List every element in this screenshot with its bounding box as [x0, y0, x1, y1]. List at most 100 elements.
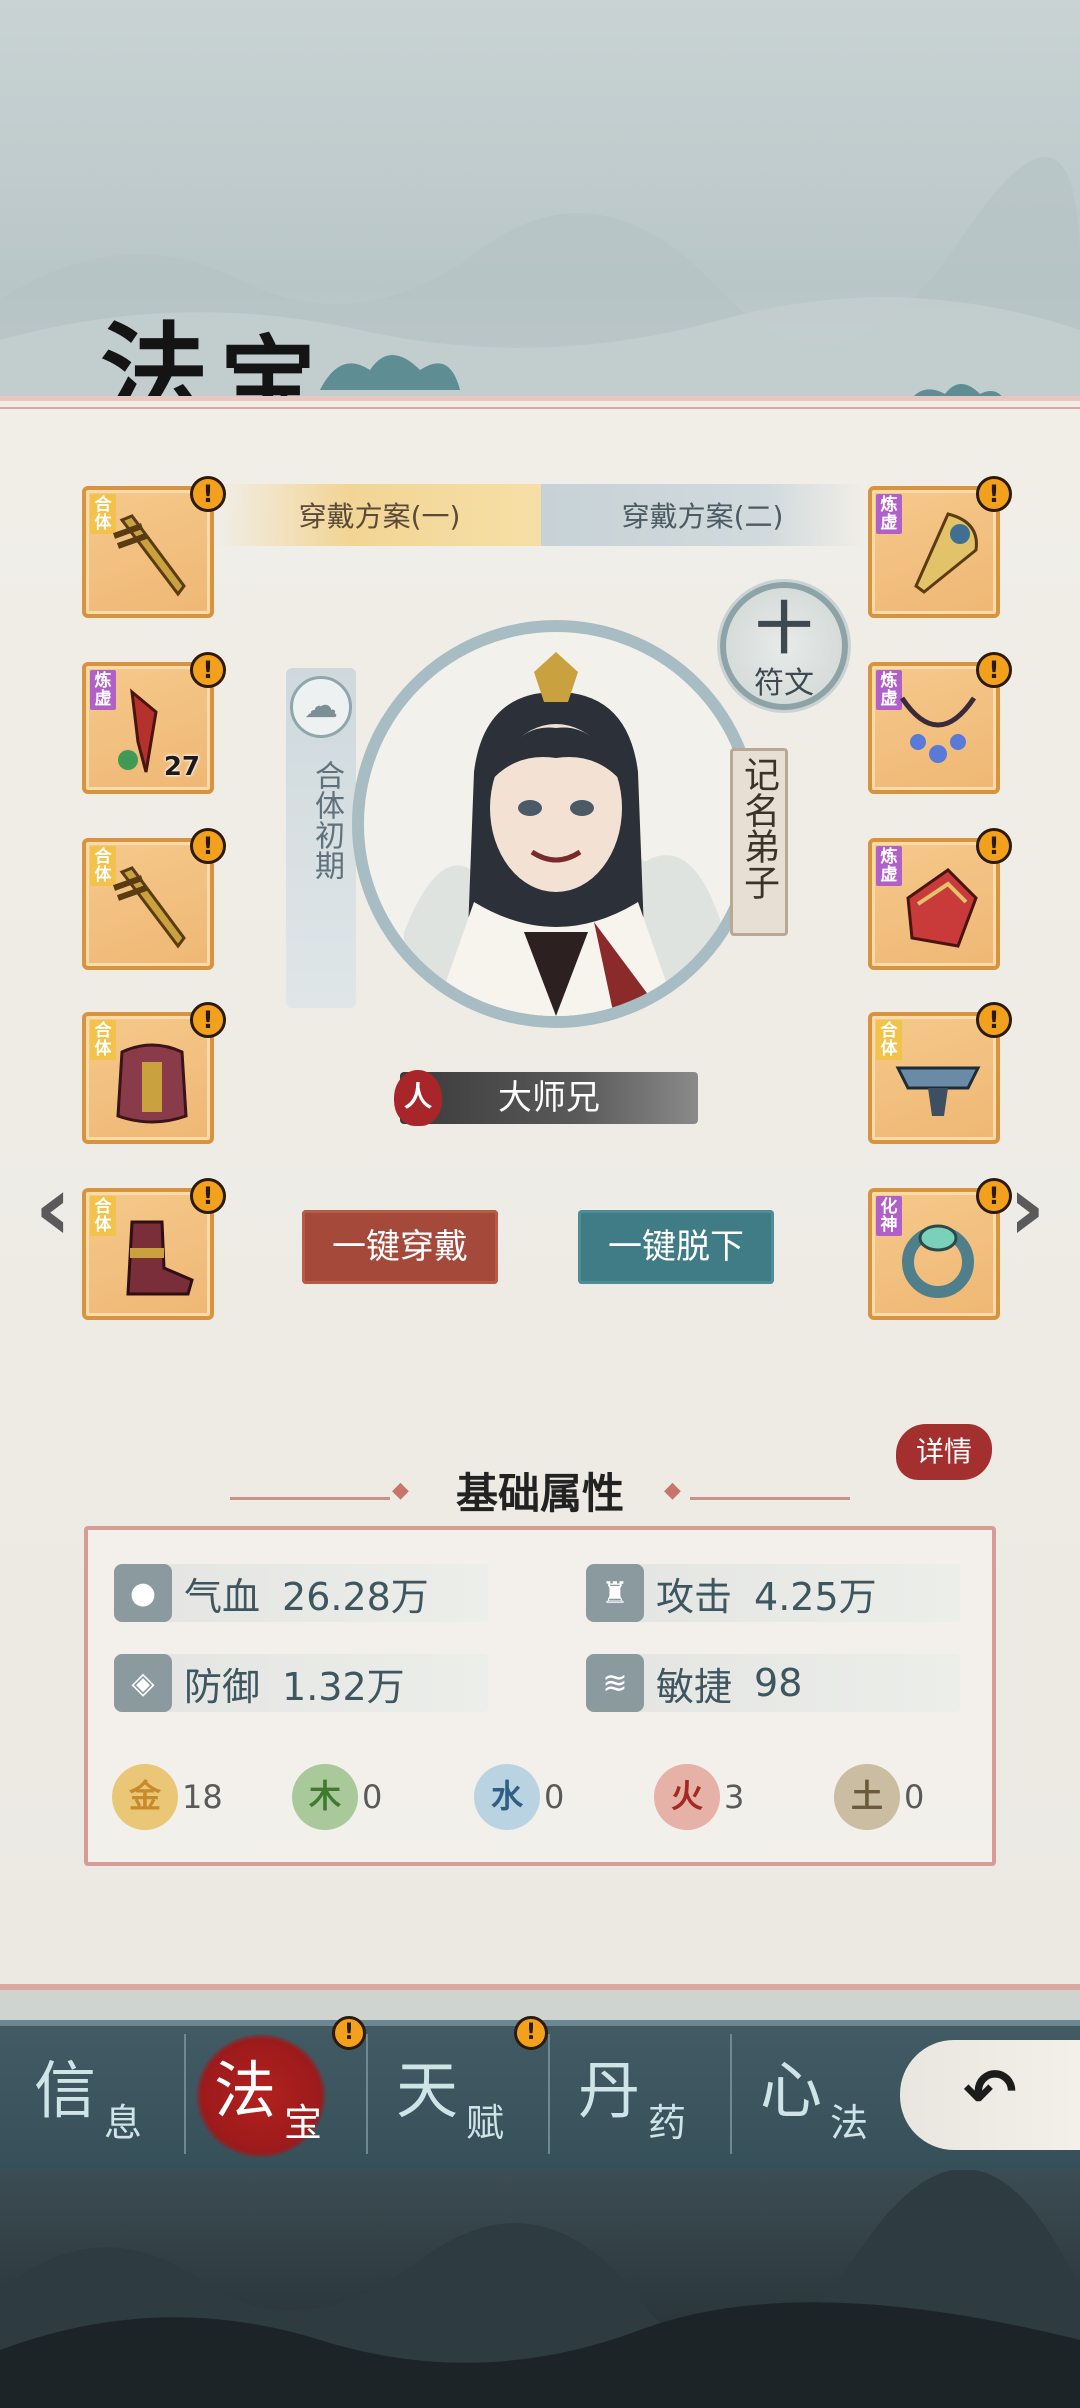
element-wood: 木 0	[292, 1764, 382, 1830]
nav-techniques[interactable]: 心 法	[744, 2040, 914, 2160]
race-seal-badge: 人	[394, 1070, 442, 1126]
belt-icon	[895, 1066, 981, 1116]
back-arrow-icon: ↶	[963, 2056, 1017, 2130]
rank-label: 记名弟子	[738, 756, 779, 900]
necklace-icon	[899, 696, 977, 763]
alert-icon: !	[190, 652, 226, 688]
plus-icon: 十	[756, 597, 812, 662]
element-water: 水 0	[474, 1764, 564, 1830]
metal-element-icon: 金	[112, 1764, 178, 1830]
mountain-landscape-icon	[0, 2169, 1080, 2408]
element-value: 0	[544, 1778, 565, 1816]
realm-label: 合体初期	[309, 760, 344, 880]
nav-label-big: 心	[760, 2054, 823, 2127]
element-fire: 火 3	[654, 1764, 744, 1830]
alert-icon: !	[190, 1002, 226, 1038]
rune-button[interactable]: 十 符文	[720, 582, 848, 710]
nav-info[interactable]: 信 息	[18, 2040, 188, 2160]
stat-hp: ● 气血 26.28万	[114, 1564, 488, 1622]
heading-divider-right	[690, 1497, 850, 1500]
nav-label-big: 丹	[578, 2054, 641, 2127]
equip-all-button[interactable]: 一键穿戴	[302, 1210, 498, 1284]
nav-label-small: 药	[648, 2101, 687, 2145]
tab-scheme-2[interactable]: 穿戴方案(二)	[541, 484, 864, 546]
stat-label: 防御	[184, 1664, 261, 1709]
stat-attack: ♜ 攻击 4.25万	[586, 1564, 960, 1622]
nav-talent[interactable]: 天 赋	[380, 2040, 550, 2160]
equip-slot-left-5[interactable]: 合体 !	[82, 1178, 226, 1320]
alert-icon: !	[976, 476, 1012, 512]
nav-label-big: 天	[396, 2054, 459, 2127]
alert-icon: !	[976, 1002, 1012, 1038]
alert-icon: !	[976, 652, 1012, 688]
character-portrait[interactable]	[352, 620, 760, 1028]
ring-icon	[902, 1224, 974, 1298]
equip-slot-left-2[interactable]: 炼虚 27 !	[82, 652, 226, 794]
nav-label-small: 宝	[284, 2101, 323, 2145]
element-value: 0	[904, 1778, 925, 1816]
water-element-icon: 水	[474, 1764, 540, 1830]
equip-slot-right-4[interactable]: 合体 !	[868, 1002, 1012, 1144]
equip-slot-right-1[interactable]: 炼虚 !	[868, 476, 1012, 618]
stat-agility: ≋ 敏捷 98	[586, 1654, 960, 1712]
attack-icon: ♜	[586, 1564, 644, 1622]
element-earth: 土 0	[834, 1764, 924, 1830]
prev-character-arrow[interactable]: ‹	[26, 1164, 80, 1256]
alert-icon: !	[190, 828, 226, 864]
alert-icon: !	[332, 2016, 366, 2050]
equip-slot-right-5[interactable]: 化神 !	[868, 1178, 1012, 1320]
item-count: 27	[163, 752, 200, 782]
equip-slot-left-4[interactable]: 合体 !	[82, 1002, 226, 1144]
alert-icon: !	[190, 476, 226, 512]
stat-value: 98	[754, 1661, 803, 1705]
fan-icon	[914, 512, 978, 594]
character-name: 大师兄	[400, 1072, 698, 1124]
equip-slot-right-3[interactable]: 炼虚 !	[868, 828, 1012, 970]
nav-divider	[730, 2034, 732, 2154]
alert-icon: !	[514, 2016, 548, 2050]
wing-icon: ≋	[586, 1654, 644, 1712]
nav-label-big: 法	[214, 2054, 277, 2127]
element-value: 18	[182, 1778, 223, 1816]
equip-slot-left-3[interactable]: 合体 !	[82, 828, 226, 970]
earth-element-icon: 土	[834, 1764, 900, 1830]
scheme-tabs: 穿戴方案(一) 穿戴方案(二)	[218, 484, 864, 546]
boots-icon	[126, 1220, 194, 1296]
diamond-icon: ◆	[664, 1478, 681, 1503]
nav-divider	[366, 2034, 368, 2154]
alert-icon: !	[190, 1178, 226, 1214]
alert-icon: !	[976, 828, 1012, 864]
cloud-decoration-icon	[320, 355, 460, 390]
armor-icon	[116, 1043, 188, 1124]
tab-scheme-1[interactable]: 穿戴方案(一)	[218, 484, 541, 546]
sword-icon	[112, 514, 186, 597]
back-button[interactable]: ↶	[900, 2040, 1080, 2150]
equip-slot-right-2[interactable]: 炼虚 !	[868, 652, 1012, 794]
fire-element-icon: 火	[654, 1764, 720, 1830]
element-metal: 金 18	[112, 1764, 223, 1830]
nav-label-small: 赋	[466, 2101, 505, 2145]
sword-icon	[112, 866, 186, 949]
stat-defense: ◈ 防御 1.32万	[114, 1654, 488, 1712]
nav-treasure[interactable]: 法 宝	[198, 2040, 368, 2160]
blood-drop-icon: ●	[114, 1564, 172, 1622]
element-value: 3	[724, 1778, 745, 1816]
unequip-all-button[interactable]: 一键脱下	[578, 1210, 774, 1284]
cloud-icon: ☁	[290, 676, 352, 738]
nav-label-small: 息	[104, 2101, 143, 2145]
wood-element-icon: 木	[292, 1764, 358, 1830]
stat-label: 气血	[184, 1574, 261, 1619]
nav-pills[interactable]: 丹 药	[562, 2040, 732, 2160]
nav-divider	[548, 2034, 550, 2154]
shield-icon: ◈	[114, 1654, 172, 1712]
element-value: 0	[362, 1778, 383, 1816]
stat-value: 1.32万	[282, 1664, 405, 1709]
stat-label: 敏捷	[656, 1664, 733, 1709]
character-avatar	[404, 652, 724, 1016]
stat-label: 攻击	[656, 1574, 733, 1619]
stat-value: 4.25万	[754, 1574, 877, 1619]
nav-divider	[184, 2034, 186, 2154]
next-character-arrow[interactable]: ›	[1000, 1164, 1054, 1256]
equip-slot-left-1[interactable]: 合体 !	[82, 476, 226, 618]
stat-value: 26.28万	[282, 1574, 429, 1619]
